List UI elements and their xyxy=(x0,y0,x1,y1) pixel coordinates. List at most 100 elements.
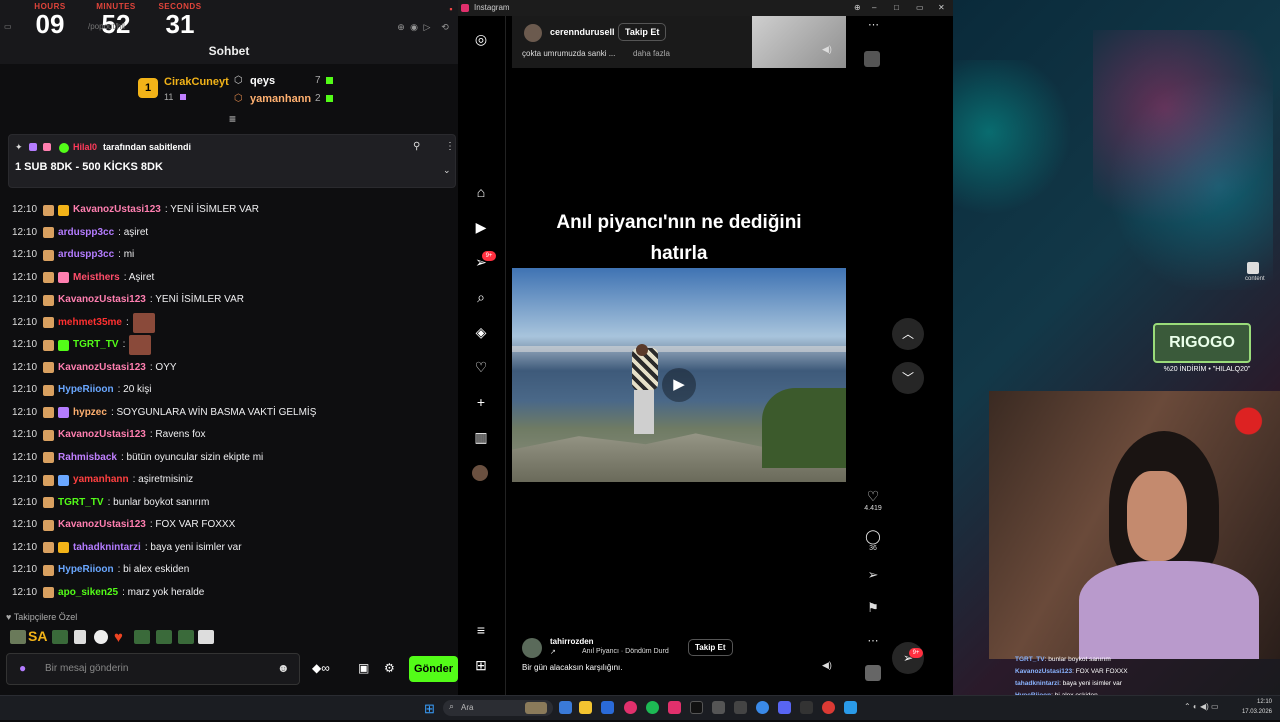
heart-icon[interactable]: ♡ xyxy=(858,488,888,505)
message-username[interactable]: KavanozUstasi123 xyxy=(58,290,146,310)
follow-button[interactable]: Takip Et xyxy=(688,639,733,656)
emote[interactable] xyxy=(178,630,194,644)
leader-first-name[interactable]: CirakCuneyt xyxy=(164,76,229,88)
message-username[interactable]: hypzec xyxy=(73,403,107,423)
chat-input[interactable]: ● Bir mesaj gönderin ☻ xyxy=(6,653,300,685)
message-username[interactable]: HypeRiioon xyxy=(58,560,114,580)
comment-action[interactable]: ◯ 36 xyxy=(858,528,888,552)
message-username[interactable]: mehmet35me xyxy=(58,313,122,333)
emote[interactable] xyxy=(134,630,150,644)
more-icon[interactable]: ⋮ xyxy=(445,141,455,152)
store-icon[interactable]: ▣ xyxy=(358,661,369,675)
spotify-icon[interactable] xyxy=(646,701,659,714)
message-username[interactable]: HypeRiioon xyxy=(58,380,114,400)
play-button[interactable]: ▶ xyxy=(662,368,696,402)
explore-icon[interactable]: ◈ xyxy=(472,323,490,341)
more-icon[interactable]: ⋯ xyxy=(858,634,888,647)
minimize-button[interactable]: – xyxy=(872,0,876,16)
app-icon[interactable] xyxy=(601,701,614,714)
clock-date[interactable]: 17.03.2026 xyxy=(1216,709,1272,715)
home-icon[interactable]: ⌂ xyxy=(472,183,490,201)
message-username[interactable]: arduspp3cc xyxy=(58,223,114,243)
leader-second-name[interactable]: qeys xyxy=(250,75,275,87)
emote[interactable]: SA xyxy=(28,628,47,644)
tiktok-icon[interactable] xyxy=(690,701,703,714)
app-icon[interactable] xyxy=(756,701,769,714)
mic-icon[interactable]: ● xyxy=(19,661,26,675)
save-icon[interactable]: ⚑ xyxy=(858,600,888,616)
gift-send-icon[interactable]: ◆∞ xyxy=(312,661,330,675)
emote[interactable] xyxy=(52,630,68,644)
message-username[interactable]: KavanozUstasi123 xyxy=(58,515,146,535)
discord-icon[interactable] xyxy=(778,701,791,714)
emote[interactable] xyxy=(198,630,214,644)
restore-button[interactable]: ▭ xyxy=(916,0,924,16)
more-link[interactable]: daha fazla xyxy=(633,49,670,58)
share-icon[interactable]: ➢ xyxy=(858,567,888,583)
message-username[interactable]: yamanhann xyxy=(73,470,129,490)
like-action[interactable]: ♡ 4.419 xyxy=(858,488,888,512)
message-username[interactable]: KavanozUstasi123 xyxy=(73,200,161,220)
more-icon[interactable]: ⋯ xyxy=(868,18,879,31)
zoom-icon[interactable]: ⊕ xyxy=(396,22,406,32)
follow-button[interactable]: Takip Et xyxy=(618,23,667,41)
unpin-icon[interactable]: ⚲ xyxy=(413,141,420,152)
audio-name[interactable]: Anıl Piyancı · Döndüm Durd xyxy=(582,648,669,655)
volume-icon[interactable]: ◀) xyxy=(822,660,832,671)
comment-icon[interactable]: ◯ xyxy=(858,528,888,545)
search-icon[interactable]: ⌕ xyxy=(472,288,490,306)
app-icon[interactable] xyxy=(800,701,813,714)
emote[interactable] xyxy=(74,630,86,644)
windows-start-icon[interactable]: ⊞ xyxy=(424,701,435,717)
close-button[interactable]: ✕ xyxy=(938,0,945,16)
avatar[interactable] xyxy=(524,24,542,42)
message-username[interactable]: Meisthers xyxy=(73,268,120,288)
next-reel-button[interactable]: ﹀ xyxy=(892,362,924,394)
maximize-button[interactable]: □ xyxy=(894,0,899,16)
dashboard-icon[interactable]: ▥ xyxy=(472,428,490,446)
emote[interactable]: ♥ xyxy=(114,629,123,646)
app-icon[interactable] xyxy=(624,701,637,714)
settings-icon[interactable]: ⚙ xyxy=(384,661,395,675)
create-icon[interactable]: + xyxy=(472,393,490,411)
message-username[interactable]: TGRT_TV xyxy=(73,335,119,355)
message-username[interactable]: apo_siken25 xyxy=(58,583,118,603)
tray-icons[interactable]: ⌃ ◐ ◀) ▭ xyxy=(1184,702,1219,711)
message-username[interactable]: KavanozUstasi123 xyxy=(58,358,146,378)
emote[interactable] xyxy=(156,630,172,644)
emoji-icon[interactable]: ☻ xyxy=(277,661,290,675)
forward-icon[interactable]: ▷ xyxy=(422,22,432,32)
post-username[interactable]: tahirrozden xyxy=(550,637,594,646)
message-username[interactable]: tahadknintarzi xyxy=(73,538,141,558)
previous-reel-button[interactable]: ︿ xyxy=(892,318,924,350)
notifications-heart-icon[interactable]: ♡ xyxy=(472,358,490,376)
leader-third-name[interactable]: yamanhann xyxy=(250,93,311,105)
emote[interactable] xyxy=(10,630,26,644)
direct-messages-button[interactable]: ➢ xyxy=(892,642,924,674)
app-icon[interactable] xyxy=(559,701,572,714)
app-icon[interactable] xyxy=(844,701,857,714)
message-username[interactable]: Rahmisback xyxy=(58,448,117,468)
reels-icon[interactable]: ▶ xyxy=(472,218,490,236)
pinned-user[interactable]: Hilal0 xyxy=(73,142,97,152)
collapse-icon[interactable]: ≡ xyxy=(229,112,236,126)
clock-time[interactable]: 12:10 xyxy=(1226,699,1272,705)
app-icon[interactable] xyxy=(734,701,747,714)
app-icon[interactable] xyxy=(822,701,835,714)
file-explorer-icon[interactable] xyxy=(579,701,592,714)
audio-thumbnail[interactable] xyxy=(865,665,881,681)
send-button[interactable]: Gönder xyxy=(409,656,458,682)
message-username[interactable]: arduspp3cc xyxy=(58,245,114,265)
audio-thumbnail[interactable] xyxy=(864,51,880,67)
post-username[interactable]: cerenndurusell xyxy=(550,27,615,37)
instagram-icon[interactable] xyxy=(668,701,681,714)
share-icon[interactable]: ⟲ xyxy=(440,22,450,32)
record-icon[interactable]: ◉ xyxy=(409,22,419,32)
app-icon[interactable] xyxy=(712,701,725,714)
avatar[interactable] xyxy=(522,638,542,658)
message-username[interactable]: TGRT_TV xyxy=(58,493,104,513)
reel-video[interactable]: ▶ xyxy=(512,268,846,482)
close-icon[interactable]: ▪ xyxy=(446,4,456,14)
instagram-logo-icon[interactable]: ◎ xyxy=(472,30,490,48)
taskbar-search[interactable]: ⌕ Ara xyxy=(443,700,553,716)
